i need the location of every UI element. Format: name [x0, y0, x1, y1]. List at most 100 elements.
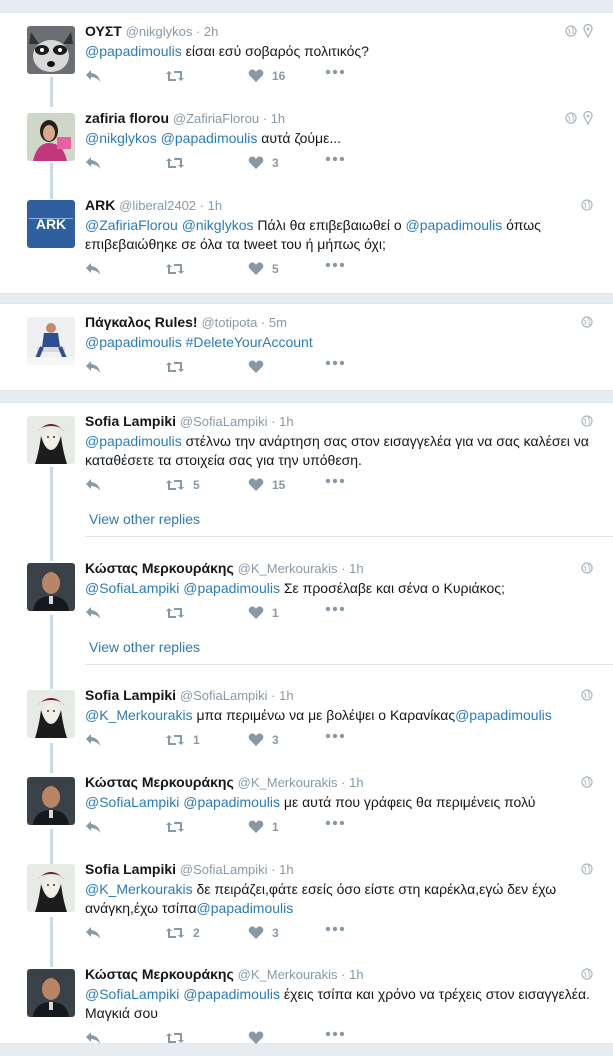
timestamp[interactable]: 1h: [271, 111, 285, 126]
retweet-button[interactable]: [165, 606, 193, 620]
author-handle[interactable]: @liberal2402: [119, 198, 196, 213]
more-button[interactable]: [325, 606, 345, 612]
avatar[interactable]: [27, 690, 75, 738]
tweet[interactable]: Κώστας Μερκουράκης @K_Merkourakis · 1h @S…: [0, 966, 613, 1056]
author-name[interactable]: Sofia Lampiki: [85, 687, 176, 703]
author-handle[interactable]: @K_Merkourakis: [238, 775, 338, 790]
retweet-button[interactable]: [165, 1031, 193, 1045]
timestamp[interactable]: 2h: [204, 24, 218, 39]
mention-link[interactable]: @papadimoulis: [161, 130, 258, 146]
avatar[interactable]: ARK: [27, 200, 75, 248]
reply-button[interactable]: [85, 478, 101, 492]
tweet[interactable]: Sofia Lampiki @SofiaLampiki · 1h @K_Merko…: [0, 687, 613, 777]
mention-link[interactable]: #DeleteYourAccount: [186, 334, 313, 350]
author-handle[interactable]: @K_Merkourakis: [238, 967, 338, 982]
tweet[interactable]: Κώστας Μερκουράκης @K_Merkourakis · 1h @S…: [0, 560, 613, 650]
tweet[interactable]: ΟΥΣΤ @nikglykos · 2h @papadimoulis είσαι …: [0, 23, 613, 113]
mention-link[interactable]: @papadimoulis: [197, 900, 294, 916]
more-button[interactable]: [325, 69, 345, 75]
timestamp[interactable]: 1h: [279, 688, 293, 703]
tweet[interactable]: zafiria florou @ZafiriaFlorou · 1h @nikgl…: [0, 110, 613, 200]
timestamp[interactable]: 1h: [349, 775, 363, 790]
like-button[interactable]: 16: [248, 69, 285, 83]
retweet-button[interactable]: [165, 262, 193, 276]
author-name[interactable]: ΟΥΣΤ: [85, 23, 122, 39]
retweet-button[interactable]: 5: [165, 478, 200, 492]
author-name[interactable]: Κώστας Μερκουράκης: [85, 966, 234, 982]
avatar[interactable]: [27, 777, 75, 825]
reply-button[interactable]: [85, 156, 101, 170]
tweet[interactable]: Πάγκαλος Rules! @totipota · 5m @papadimou…: [0, 314, 613, 404]
more-button[interactable]: [325, 820, 345, 826]
avatar[interactable]: [27, 416, 75, 464]
mention-link[interactable]: @papadimoulis: [183, 580, 280, 596]
mention-link[interactable]: @SofiaLampiki: [85, 580, 179, 596]
retweet-button[interactable]: [165, 69, 193, 83]
reply-button[interactable]: [85, 606, 101, 620]
avatar[interactable]: [27, 864, 75, 912]
retweet-button[interactable]: 2: [165, 926, 200, 940]
reply-button[interactable]: [85, 926, 101, 940]
author-name[interactable]: Sofia Lampiki: [85, 413, 176, 429]
author-name[interactable]: Sofia Lampiki: [85, 861, 176, 877]
author-handle[interactable]: @totipota: [201, 315, 257, 330]
mention-link[interactable]: @ZafiriaFlorou: [85, 217, 178, 233]
more-button[interactable]: [325, 478, 345, 484]
reply-button[interactable]: [85, 262, 101, 276]
author-name[interactable]: Κώστας Μερκουράκης: [85, 774, 234, 790]
mention-link[interactable]: @papadimoulis: [406, 217, 503, 233]
mention-link[interactable]: @nikglykos: [85, 130, 157, 146]
mention-link[interactable]: @papadimoulis: [85, 334, 182, 350]
more-button[interactable]: [325, 926, 345, 932]
tweet[interactable]: Sofia Lampiki @SofiaLampiki · 1h @papadim…: [0, 413, 613, 503]
reply-button[interactable]: [85, 360, 101, 374]
mention-link[interactable]: @nikglykos: [182, 217, 254, 233]
retweet-button[interactable]: [165, 156, 193, 170]
retweet-button[interactable]: [165, 360, 193, 374]
like-button[interactable]: 3: [248, 926, 279, 940]
mention-link[interactable]: @K_Merkourakis: [85, 881, 193, 897]
like-button[interactable]: 15: [248, 478, 285, 492]
like-button[interactable]: [248, 360, 272, 374]
author-name[interactable]: Πάγκαλος Rules!: [85, 314, 198, 330]
tweet[interactable]: ARK ARK @liberal2402 · 1h @ZafiriaFlorou @…: [0, 197, 613, 287]
mention-link[interactable]: @SofiaLampiki: [85, 986, 179, 1002]
more-button[interactable]: [325, 156, 345, 162]
author-name[interactable]: Κώστας Μερκουράκης: [85, 560, 234, 576]
reply-button[interactable]: [85, 820, 101, 834]
tweet[interactable]: Sofia Lampiki @SofiaLampiki · 1h @K_Merko…: [0, 861, 613, 951]
more-button[interactable]: [325, 1031, 345, 1037]
more-button[interactable]: [325, 733, 345, 739]
reply-button[interactable]: [85, 733, 101, 747]
avatar[interactable]: [27, 563, 75, 611]
avatar[interactable]: [27, 317, 75, 365]
author-handle[interactable]: @nikglykos: [126, 24, 193, 39]
like-button[interactable]: 1: [248, 820, 279, 834]
like-button[interactable]: 5: [248, 262, 279, 276]
timestamp[interactable]: 1h: [349, 967, 363, 982]
avatar[interactable]: [27, 113, 75, 161]
timestamp[interactable]: 1h: [208, 198, 222, 213]
more-button[interactable]: [325, 360, 345, 366]
avatar[interactable]: [27, 969, 75, 1017]
timestamp[interactable]: 1h: [349, 561, 363, 576]
mention-link[interactable]: @SofiaLampiki: [85, 794, 179, 810]
like-button[interactable]: [248, 1031, 272, 1045]
mention-link[interactable]: @K_Merkourakis: [85, 707, 193, 723]
author-handle[interactable]: @ZafiriaFlorou: [173, 111, 259, 126]
like-button[interactable]: 3: [248, 733, 279, 747]
timestamp[interactable]: 5m: [269, 315, 287, 330]
like-button[interactable]: 3: [248, 156, 279, 170]
mention-link[interactable]: @papadimoulis: [455, 707, 552, 723]
view-other-replies-link[interactable]: View other replies: [89, 511, 200, 527]
author-handle[interactable]: @K_Merkourakis: [238, 561, 338, 576]
retweet-button[interactable]: [165, 820, 193, 834]
author-handle[interactable]: @SofiaLampiki: [180, 414, 268, 429]
author-name[interactable]: zafiria florou: [85, 110, 169, 126]
like-button[interactable]: 1: [248, 606, 279, 620]
author-handle[interactable]: @SofiaLampiki: [180, 862, 268, 877]
more-button[interactable]: [325, 262, 345, 268]
reply-button[interactable]: [85, 1031, 101, 1045]
mention-link[interactable]: @papadimoulis: [85, 433, 182, 449]
timestamp[interactable]: 1h: [279, 862, 293, 877]
